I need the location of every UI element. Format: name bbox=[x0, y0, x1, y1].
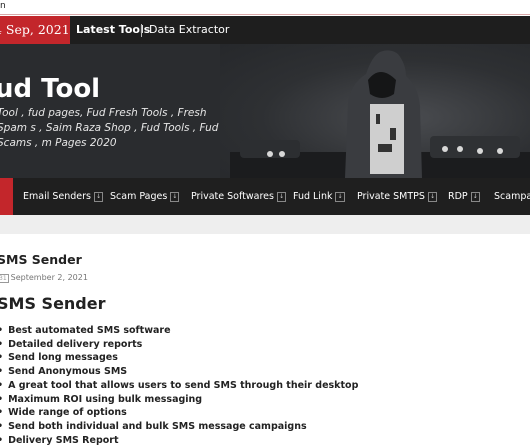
list-item: Delivery SMS Report bbox=[0, 434, 358, 447]
feature-list: Best automated SMS software Detailed del… bbox=[0, 324, 358, 447]
nav-item-email-senders[interactable]: Email Senders ↓ bbox=[23, 178, 104, 215]
chevron-down-icon: ↓ bbox=[335, 191, 345, 202]
nav-item-private-softwares[interactable]: Private Softwares ↓ bbox=[191, 178, 286, 215]
list-item: Wide range of options bbox=[0, 406, 358, 420]
site-title[interactable]: ud Tool bbox=[0, 74, 100, 104]
date-badge: 4 Sep, 2021 bbox=[0, 16, 70, 44]
nav-label: Private Softwares bbox=[191, 191, 274, 202]
nav-item-scam-pages[interactable]: Scam Pages ↓ bbox=[110, 178, 180, 215]
site-description: Tool , fud pages, Fud Fresh Tools , Fres… bbox=[0, 107, 219, 149]
list-item: Best automated SMS software bbox=[0, 324, 358, 338]
calendar-icon: 31 bbox=[0, 274, 9, 283]
nav-label: Fud Link bbox=[293, 191, 333, 202]
date-text: 4 Sep, 2021 bbox=[0, 22, 70, 37]
list-item: Send long messages bbox=[0, 351, 358, 365]
nav-label: RDP bbox=[448, 191, 468, 202]
list-item: A great tool that allows users to send S… bbox=[0, 379, 358, 393]
post-meta: 31 September 2, 2021 bbox=[0, 273, 88, 283]
nav-label: Private SMTPS bbox=[357, 191, 425, 202]
nav-label: Scampa bbox=[494, 191, 530, 202]
list-item: Send Anonymous SMS bbox=[0, 365, 358, 379]
chevron-down-icon: ↓ bbox=[470, 191, 480, 202]
hooded-figure-image bbox=[230, 50, 530, 178]
content-heading: SMS Sender bbox=[0, 294, 106, 313]
latest-tools-label: Latest Tools bbox=[76, 23, 151, 36]
ticker-divider bbox=[141, 24, 142, 37]
browser-url-strip: n bbox=[0, 0, 530, 15]
list-item: Maximum ROI using bulk messaging bbox=[0, 393, 358, 407]
content-top-spacer bbox=[0, 215, 530, 234]
nav-label: Email Senders bbox=[23, 191, 92, 202]
chevron-down-icon: ↓ bbox=[94, 191, 104, 202]
list-item: Detailed delivery reports bbox=[0, 338, 358, 352]
post-title[interactable]: SMS Sender bbox=[0, 252, 82, 267]
post-date[interactable]: September 2, 2021 bbox=[11, 273, 88, 282]
header-banner: ud Tool Tool , fud pages, Fud Fresh Tool… bbox=[0, 44, 530, 178]
url-fragment: n bbox=[0, 1, 6, 11]
chevron-down-icon: ↓ bbox=[427, 191, 437, 202]
home-button[interactable] bbox=[0, 178, 13, 215]
chevron-down-icon: ↓ bbox=[170, 191, 180, 202]
main-nav: Email Senders ↓ Scam Pages ↓ Private Softw… bbox=[0, 178, 530, 215]
nav-item-rdp[interactable]: RDP ↓ bbox=[448, 178, 480, 215]
ticker-link[interactable]: Data Extractor bbox=[149, 16, 229, 44]
chevron-down-icon: ↓ bbox=[276, 191, 286, 202]
nav-item-fud-link[interactable]: Fud Link ↓ bbox=[293, 178, 345, 215]
nav-label: Scam Pages bbox=[110, 191, 168, 202]
top-bar: 4 Sep, 2021 Latest Tools Data Extractor bbox=[0, 16, 530, 44]
list-item: Send both individual and bulk SMS messag… bbox=[0, 420, 358, 434]
nav-item-scampages[interactable]: Scampa bbox=[494, 178, 530, 215]
nav-item-private-smtps[interactable]: Private SMTPS ↓ bbox=[357, 178, 437, 215]
